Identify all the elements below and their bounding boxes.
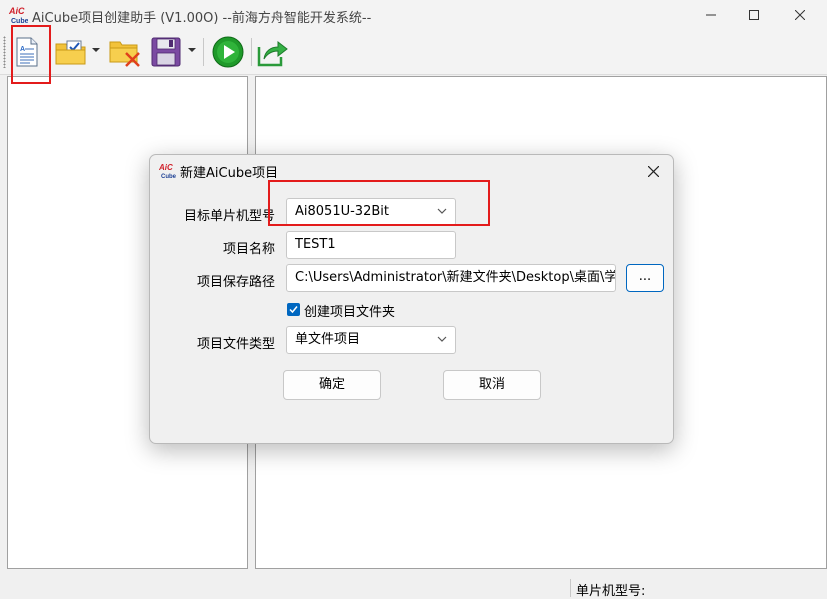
create-folder-label[interactable]: 创建项目文件夹 [304,301,395,320]
save-path-value: C:\Users\Administrator\新建文件夹\Desktop\桌面\… [295,270,616,285]
save-dropdown-arrow[interactable] [188,48,196,52]
toolbar: A [0,30,827,75]
create-folder-checkbox[interactable] [287,303,300,316]
minimize-button[interactable] [688,0,734,30]
project-name-label: 项目名称 [222,242,275,257]
svg-text:AiC: AiC [8,6,25,16]
folder-delete-icon [109,41,140,67]
toolbar-separator [203,38,204,66]
cancel-button[interactable]: 取消 [443,370,541,400]
export-arrow-icon [257,40,288,67]
svg-text:A: A [20,46,25,53]
export-button[interactable] [256,34,290,70]
status-separator [570,579,571,597]
save-path-input[interactable]: C:\Users\Administrator\新建文件夹\Desktop\桌面\… [286,264,616,292]
svg-text:Cube: Cube [161,174,177,180]
svg-text:Cube: Cube [11,18,28,25]
minimize-icon [706,14,716,16]
checkmark-icon [289,306,298,314]
svg-text:AiC: AiC [159,163,173,172]
toolbar-grip[interactable] [3,36,6,68]
save-disk-icon [151,37,181,67]
status-mcu-label: 单片机型号: [576,584,646,599]
open-project-button[interactable] [54,34,88,70]
ok-button[interactable]: 确定 [283,370,381,400]
close-project-button[interactable] [108,34,142,70]
save-path-label: 项目保存路径 [196,275,275,290]
close-icon [647,165,659,177]
play-icon [212,36,244,68]
status-bar: 单片机型号: [0,576,827,599]
dialog-logo-icon: AiC Cube [158,162,177,180]
maximize-button[interactable] [731,0,777,30]
title-bar: AiC Cube AiCube项目创建助手 (V1.00O) --前海方舟智能开… [0,0,827,30]
file-type-select[interactable]: 单文件项目 [286,326,456,354]
app-logo-icon: AiC Cube [8,5,29,25]
new-project-dialog: AiC Cube 新建AiCube项目 目标单片机型号 Ai8051U-32Bi… [149,154,674,444]
project-name-input[interactable]: TEST1 [286,231,456,259]
dialog-close-button[interactable] [643,161,663,181]
file-type-value: 单文件项目 [295,332,361,347]
document-icon: A [16,37,38,67]
open-dropdown-arrow[interactable] [92,48,100,52]
chevron-down-icon [437,336,447,342]
run-button[interactable] [210,34,246,70]
browse-button[interactable]: ... [626,264,664,292]
project-name-value: TEST1 [295,237,336,252]
chevron-down-icon [437,208,447,214]
file-type-label: 项目文件类型 [196,337,275,352]
save-project-button[interactable] [150,34,182,70]
folder-check-icon [55,40,86,65]
mcu-model-value: Ai8051U-32Bit [295,204,389,219]
close-icon [795,10,805,20]
mcu-model-select[interactable]: Ai8051U-32Bit [286,198,456,226]
close-window-button[interactable] [777,0,823,30]
window-title: AiCube项目创建助手 (V1.00O) --前海方舟智能开发系统-- [32,11,372,26]
dialog-title: 新建AiCube项目 [180,166,279,181]
maximize-icon [749,10,759,20]
new-project-button[interactable]: A [12,34,42,70]
toolbar-separator-2 [251,38,252,66]
mcu-model-label: 目标单片机型号 [183,209,275,224]
